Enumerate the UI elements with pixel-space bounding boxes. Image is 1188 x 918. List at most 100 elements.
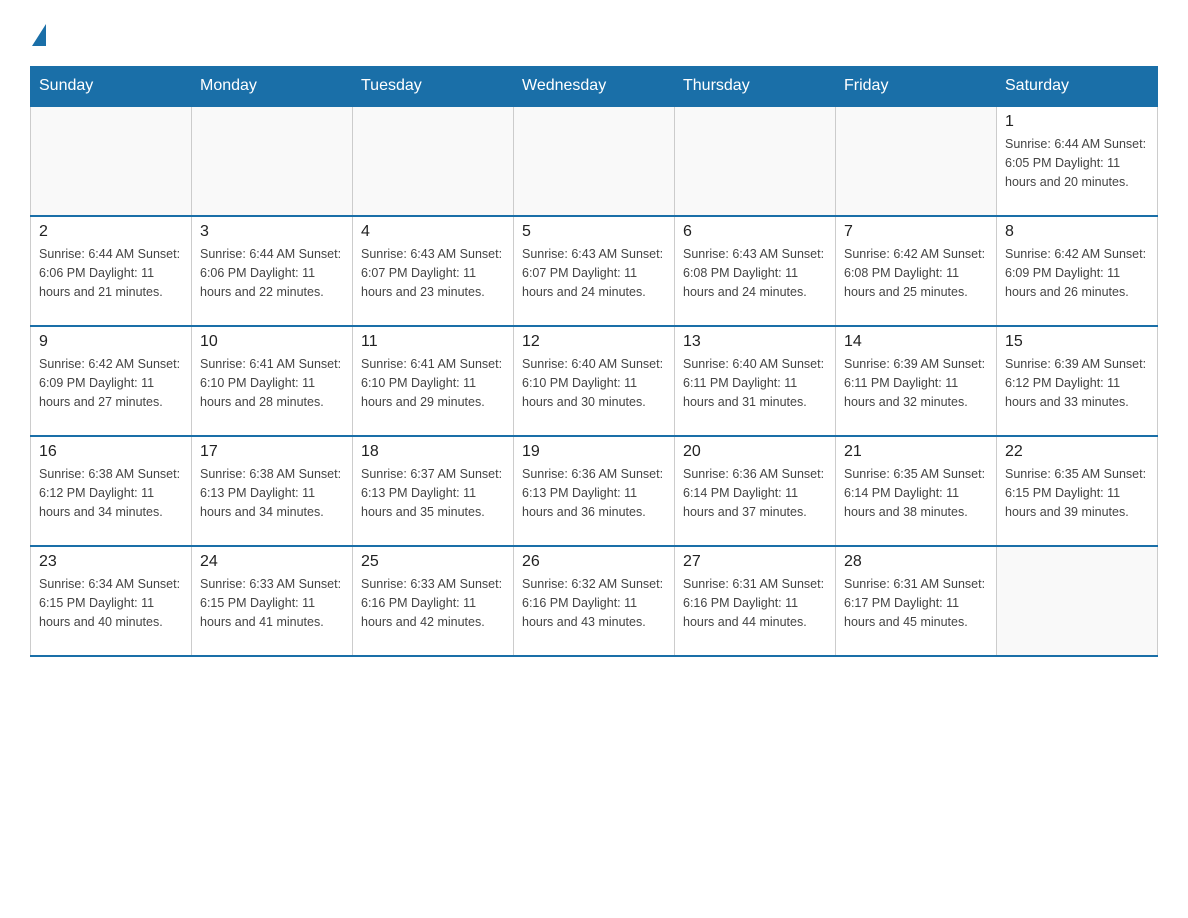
- day-info: Sunrise: 6:31 AM Sunset: 6:16 PM Dayligh…: [683, 575, 827, 631]
- weekday-header-row: SundayMondayTuesdayWednesdayThursdayFrid…: [31, 67, 1158, 107]
- calendar-cell: 1 Sunrise: 6:44 AM Sunset: 6:05 PM Daylig…: [997, 106, 1158, 216]
- day-number: 10: [200, 333, 344, 351]
- calendar-cell: 23 Sunrise: 6:34 AM Sunset: 6:15 PM Dayli…: [31, 546, 192, 656]
- day-info: Sunrise: 6:34 AM Sunset: 6:15 PM Dayligh…: [39, 575, 183, 631]
- calendar-cell: 11 Sunrise: 6:41 AM Sunset: 6:10 PM Dayli…: [353, 326, 514, 436]
- calendar-cell: 17 Sunrise: 6:38 AM Sunset: 6:13 PM Dayli…: [192, 436, 353, 546]
- weekday-header-wednesday: Wednesday: [514, 67, 675, 107]
- day-info: Sunrise: 6:40 AM Sunset: 6:11 PM Dayligh…: [683, 355, 827, 411]
- calendar-cell: 2 Sunrise: 6:44 AM Sunset: 6:06 PM Daylig…: [31, 216, 192, 326]
- day-number: 22: [1005, 443, 1149, 461]
- day-number: 2: [39, 223, 183, 241]
- calendar-cell: [31, 106, 192, 216]
- calendar-cell: [836, 106, 997, 216]
- calendar-cell: 13 Sunrise: 6:40 AM Sunset: 6:11 PM Dayli…: [675, 326, 836, 436]
- calendar-cell: [675, 106, 836, 216]
- day-number: 12: [522, 333, 666, 351]
- day-number: 27: [683, 553, 827, 571]
- calendar-cell: [192, 106, 353, 216]
- weekday-header-sunday: Sunday: [31, 67, 192, 107]
- day-info: Sunrise: 6:42 AM Sunset: 6:09 PM Dayligh…: [39, 355, 183, 411]
- day-number: 14: [844, 333, 988, 351]
- calendar-cell: 22 Sunrise: 6:35 AM Sunset: 6:15 PM Dayli…: [997, 436, 1158, 546]
- weekday-header-tuesday: Tuesday: [353, 67, 514, 107]
- day-number: 18: [361, 443, 505, 461]
- calendar-cell: 19 Sunrise: 6:36 AM Sunset: 6:13 PM Dayli…: [514, 436, 675, 546]
- day-info: Sunrise: 6:38 AM Sunset: 6:13 PM Dayligh…: [200, 465, 344, 521]
- week-row-2: 2 Sunrise: 6:44 AM Sunset: 6:06 PM Daylig…: [31, 216, 1158, 326]
- day-number: 20: [683, 443, 827, 461]
- calendar-cell: 10 Sunrise: 6:41 AM Sunset: 6:10 PM Dayli…: [192, 326, 353, 436]
- day-number: 16: [39, 443, 183, 461]
- weekday-header-saturday: Saturday: [997, 67, 1158, 107]
- day-number: 21: [844, 443, 988, 461]
- calendar-cell: [353, 106, 514, 216]
- calendar-cell: 27 Sunrise: 6:31 AM Sunset: 6:16 PM Dayli…: [675, 546, 836, 656]
- calendar-cell: 15 Sunrise: 6:39 AM Sunset: 6:12 PM Dayli…: [997, 326, 1158, 436]
- calendar-cell: [997, 546, 1158, 656]
- week-row-5: 23 Sunrise: 6:34 AM Sunset: 6:15 PM Dayli…: [31, 546, 1158, 656]
- day-info: Sunrise: 6:42 AM Sunset: 6:09 PM Dayligh…: [1005, 245, 1149, 301]
- day-info: Sunrise: 6:35 AM Sunset: 6:15 PM Dayligh…: [1005, 465, 1149, 521]
- day-number: 1: [1005, 113, 1149, 131]
- day-number: 19: [522, 443, 666, 461]
- day-number: 4: [361, 223, 505, 241]
- calendar-cell: 25Sunrise: 6:33 AM Sunset: 6:16 PM Dayli…: [353, 546, 514, 656]
- day-number: 11: [361, 333, 505, 351]
- calendar-cell: 7Sunrise: 6:42 AM Sunset: 6:08 PM Daylig…: [836, 216, 997, 326]
- day-info: Sunrise: 6:36 AM Sunset: 6:13 PM Dayligh…: [522, 465, 666, 521]
- calendar-cell: 21 Sunrise: 6:35 AM Sunset: 6:14 PM Dayli…: [836, 436, 997, 546]
- week-row-1: 1 Sunrise: 6:44 AM Sunset: 6:05 PM Daylig…: [31, 106, 1158, 216]
- day-number: 7: [844, 223, 988, 241]
- day-number: 24: [200, 553, 344, 571]
- day-number: 3: [200, 223, 344, 241]
- day-info: Sunrise: 6:39 AM Sunset: 6:12 PM Dayligh…: [1005, 355, 1149, 411]
- day-number: 13: [683, 333, 827, 351]
- day-number: 5: [522, 223, 666, 241]
- day-number: 26: [522, 553, 666, 571]
- day-number: 23: [39, 553, 183, 571]
- week-row-3: 9 Sunrise: 6:42 AM Sunset: 6:09 PM Daylig…: [31, 326, 1158, 436]
- day-info: Sunrise: 6:39 AM Sunset: 6:11 PM Dayligh…: [844, 355, 988, 411]
- calendar-cell: 14 Sunrise: 6:39 AM Sunset: 6:11 PM Dayli…: [836, 326, 997, 436]
- calendar-cell: 12 Sunrise: 6:40 AM Sunset: 6:10 PM Dayli…: [514, 326, 675, 436]
- calendar-cell: 18 Sunrise: 6:37 AM Sunset: 6:13 PM Dayli…: [353, 436, 514, 546]
- day-info: Sunrise: 6:44 AM Sunset: 6:06 PM Dayligh…: [39, 245, 183, 301]
- page-header: [30, 20, 1158, 46]
- day-info: Sunrise: 6:40 AM Sunset: 6:10 PM Dayligh…: [522, 355, 666, 411]
- day-info: Sunrise: 6:44 AM Sunset: 6:05 PM Dayligh…: [1005, 135, 1149, 191]
- weekday-header-thursday: Thursday: [675, 67, 836, 107]
- day-info: Sunrise: 6:32 AM Sunset: 6:16 PM Dayligh…: [522, 575, 666, 631]
- calendar-cell: 8 Sunrise: 6:42 AM Sunset: 6:09 PM Daylig…: [997, 216, 1158, 326]
- day-info: Sunrise: 6:43 AM Sunset: 6:07 PM Dayligh…: [522, 245, 666, 301]
- day-info: Sunrise: 6:33 AM Sunset: 6:16 PM Dayligh…: [361, 575, 505, 631]
- calendar-cell: 5 Sunrise: 6:43 AM Sunset: 6:07 PM Daylig…: [514, 216, 675, 326]
- day-info: Sunrise: 6:33 AM Sunset: 6:15 PM Dayligh…: [200, 575, 344, 631]
- calendar-cell: [514, 106, 675, 216]
- day-info: Sunrise: 6:37 AM Sunset: 6:13 PM Dayligh…: [361, 465, 505, 521]
- logo: [30, 20, 46, 46]
- calendar-cell: 24 Sunrise: 6:33 AM Sunset: 6:15 PM Dayli…: [192, 546, 353, 656]
- day-number: 17: [200, 443, 344, 461]
- day-number: 28: [844, 553, 988, 571]
- day-number: 9: [39, 333, 183, 351]
- day-number: 8: [1005, 223, 1149, 241]
- day-info: Sunrise: 6:41 AM Sunset: 6:10 PM Dayligh…: [200, 355, 344, 411]
- day-info: Sunrise: 6:35 AM Sunset: 6:14 PM Dayligh…: [844, 465, 988, 521]
- calendar-cell: 4 Sunrise: 6:43 AM Sunset: 6:07 PM Daylig…: [353, 216, 514, 326]
- day-info: Sunrise: 6:43 AM Sunset: 6:07 PM Dayligh…: [361, 245, 505, 301]
- weekday-header-friday: Friday: [836, 67, 997, 107]
- day-info: Sunrise: 6:44 AM Sunset: 6:06 PM Dayligh…: [200, 245, 344, 301]
- calendar-cell: 26 Sunrise: 6:32 AM Sunset: 6:16 PM Dayli…: [514, 546, 675, 656]
- day-info: Sunrise: 6:31 AM Sunset: 6:17 PM Dayligh…: [844, 575, 988, 631]
- day-info: Sunrise: 6:41 AM Sunset: 6:10 PM Dayligh…: [361, 355, 505, 411]
- calendar-cell: 16Sunrise: 6:38 AM Sunset: 6:12 PM Dayli…: [31, 436, 192, 546]
- calendar-cell: 28 Sunrise: 6:31 AM Sunset: 6:17 PM Dayli…: [836, 546, 997, 656]
- day-number: 6: [683, 223, 827, 241]
- calendar-cell: 9 Sunrise: 6:42 AM Sunset: 6:09 PM Daylig…: [31, 326, 192, 436]
- calendar-cell: 20Sunrise: 6:36 AM Sunset: 6:14 PM Dayli…: [675, 436, 836, 546]
- calendar-cell: 3 Sunrise: 6:44 AM Sunset: 6:06 PM Daylig…: [192, 216, 353, 326]
- weekday-header-monday: Monday: [192, 67, 353, 107]
- day-info: Sunrise: 6:43 AM Sunset: 6:08 PM Dayligh…: [683, 245, 827, 301]
- day-number: 15: [1005, 333, 1149, 351]
